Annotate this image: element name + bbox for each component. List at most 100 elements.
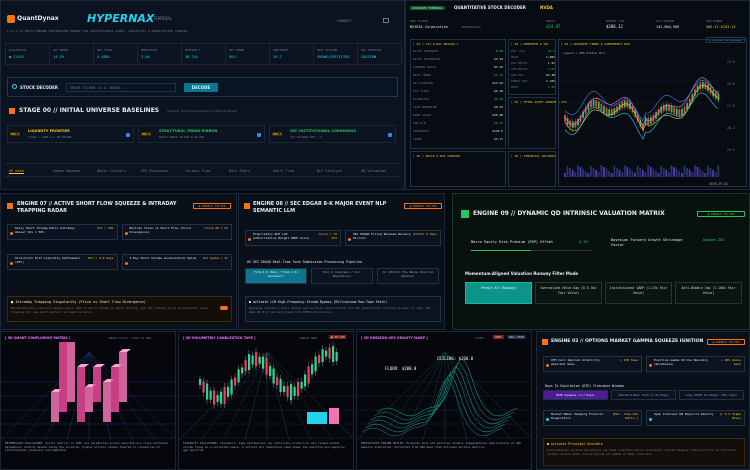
form-type-card[interactable]: Form 8-K (Body / Item 1.01 Agreement) [245, 268, 307, 284]
connect-link[interactable]: CONNECT [337, 19, 352, 23]
3d-candle [199, 379, 202, 385]
section-growth: [ 04 ] EXTRA ASSET GROWTH & DIV [508, 97, 567, 149]
valuation-mode-option[interactable]: Overvalued Value Gap (0.5-35x Fair Value… [535, 282, 602, 304]
volume-bar [688, 170, 691, 177]
confluence-pillar [67, 342, 75, 402]
3d-candle [251, 355, 254, 365]
tab-whale-clusters[interactable]: Whale Clusters [97, 169, 127, 173]
3d-candle [220, 391, 223, 404]
engine-criterion[interactable]: Market Maker Hedging Frontier Diagnostic… [543, 410, 642, 426]
metric-cell: VIX INDEX 14.29 [50, 44, 94, 64]
3d-panel-controls[interactable]: CANDLE MODE [299, 336, 318, 340]
3d-panel[interactable]: [ 3D HORIZON GEX GRAVITY WARP ] LAYER SPOT… [356, 331, 532, 470]
metric-value: SHOWS/CERTIFIED [317, 55, 350, 59]
dte-window-option[interactable]: Standard Near Term (7-30 Days) [611, 390, 676, 400]
ticker-input[interactable]: ENTER TICKER (E.G. NVDA)... [66, 83, 176, 92]
3d-canvas[interactable]: FLOOR: $200.0 CEILING: $260.0 [357, 342, 532, 440]
3d-mode-button-2[interactable]: WALL PEAK [507, 335, 527, 339]
tab-eps-revisions[interactable]: EPS Revisions [141, 169, 168, 173]
3d-candle [283, 386, 286, 393]
valuation-mode-option[interactable]: Anti-Bubble Cap (1-160x Fair Value) [675, 282, 742, 304]
3d-mode-button[interactable]: ● 3D CAM [329, 335, 347, 339]
engine-02-title: ENGINE 02 // OPTIONS MARKET GAMMA SQUEEZ… [551, 339, 704, 344]
3d-canvas[interactable] [179, 342, 354, 440]
3d-candle [248, 354, 251, 371]
e07-enable-filter-button[interactable]: ◉ ENABLE FILTER [193, 203, 231, 209]
engine-criterion[interactable]: Positive Gamma Strike Boundary (Wormhole… [646, 356, 745, 372]
engine-criterion[interactable]: 1-Day Short Volume Acceleration Spike Vol… [121, 254, 232, 270]
engine-criterion[interactable]: Daily Short Volume Ratio Intraday Above?… [7, 224, 118, 240]
3d-candle [297, 381, 300, 396]
form-type-card[interactable]: Form 4 (Insiders / Ind. Regulation) [311, 268, 373, 284]
stage-module-checkbox[interactable] [257, 133, 261, 137]
metric-row-label: MACD [511, 55, 519, 59]
e08-activate-box: ■ Activate LLM High-Frequency Stream Byp… [245, 296, 441, 322]
engine-criterion[interactable]: Structural Exit Liquidity Settlement (DT… [7, 254, 118, 270]
price-chart[interactable]: 24.6 25.8 27.0 28.2 29.5 2026-07-02 Legend ▸ E… [559, 49, 746, 187]
dte-window-option[interactable]: 0DTE Squeeze (7-7 Days) [543, 390, 608, 400]
stage-module[interactable]: MOD.1 LIQUIDITY FRONTIER FLOAT < 120M & > … [7, 125, 134, 143]
stage-module[interactable]: MOD.2 STRUCTURAL TREND RIBBON PRICE ABOVE … [138, 125, 265, 143]
3d-panel[interactable]: [ 3D QUANT CONFLUENCE MATRIX ] RIGHT-CLIC… [0, 331, 176, 470]
engine-criterion[interactable]: SEC EDGAR Filing Release Recency Horizon… [345, 230, 441, 246]
criterion-dot [10, 231, 13, 235]
criterion-dot [124, 261, 128, 265]
e08-activate-title: ■ Activate LLM High-Frequency Stream Byp… [249, 300, 388, 304]
engine-icon [542, 339, 548, 345]
dte-window-option[interactable]: Long LEAPS Strategic (30+ Days) [679, 390, 744, 400]
stage-module-checkbox[interactable] [126, 133, 130, 137]
volume-bar [662, 168, 665, 177]
e08-enable-filter-button[interactable]: ◉ ENABLE FILTER [404, 203, 442, 209]
e09-erp-slider[interactable] [471, 250, 591, 251]
volume-bar [621, 172, 623, 177]
metric-row-value: 28.15 [493, 121, 503, 125]
3d-panel-controls[interactable]: LAYER [475, 336, 483, 340]
volume-bar [634, 173, 636, 177]
criterion-value: [Mul. Time Use Ratio.] [612, 412, 638, 420]
tab-qd-valuation[interactable]: QD Valuation [361, 169, 386, 173]
e07-trap-toggle[interactable] [220, 306, 228, 310]
form-type-card[interactable]: SC 13D/13G (5%+ Whale Position Updates) [377, 268, 439, 284]
tab-vc-core[interactable]: VC Core [9, 169, 24, 174]
engine-criterion[interactable]: Proprietary NLP LLM Authoritative Weight… [245, 230, 341, 246]
wallet-icon[interactable] [383, 18, 389, 23]
volume-bar [590, 166, 592, 177]
decoder-ticker: NVDA [540, 5, 553, 10]
3d-mode-button[interactable]: SPOT [493, 335, 504, 339]
e02-enable-filter-button[interactable]: ◉ ENABLE FILTER [707, 339, 745, 345]
e07-trap-box: ■ Intraday Trapping Singularity (Price v… [7, 296, 232, 322]
metric-row-label: VOL RATIO [511, 61, 528, 65]
3d-candle [234, 377, 237, 386]
criterion-value: > 150 Skew [619, 358, 638, 362]
e09-enable-filter-button[interactable]: ◉ ENABLE FILTER [697, 211, 745, 217]
3d-panel[interactable]: [ 3D VOLUMETRIC CANDLESTICK TAPE ] CANDLE… [178, 331, 354, 470]
engine-criterion[interactable]: Open Interest OB Explicit Density [> 5.5 … [646, 410, 745, 426]
volume-bar [683, 166, 686, 177]
market-cap-label: MARKET CAP [606, 19, 625, 23]
tab-short-trap[interactable]: Short Trap [273, 169, 294, 173]
engine-criterion[interactable]: Bullish Close vs Short Flow (Price Diver… [121, 224, 232, 240]
volume-bar [670, 165, 673, 177]
3d-visualization-row: [ 3D QUANT CONFLUENCE MATRIX ] RIGHT-CLIC… [0, 331, 534, 470]
volume-bar [613, 166, 616, 177]
tab-gamma-squeeze[interactable]: Gamma Squeeze [53, 169, 80, 173]
stage-module-checkbox[interactable] [388, 133, 392, 137]
avg-volume-label: AVG VOLUME [656, 19, 675, 23]
volume-bar [592, 168, 595, 177]
decode-button[interactable]: DECODE [184, 83, 218, 92]
tab-insider-flow[interactable]: Insider Flow [185, 169, 210, 173]
tab-nlp-catalyst[interactable]: NLP Catalyst [317, 169, 342, 173]
valuation-mode-option[interactable]: Permit All Runways [465, 282, 532, 304]
stage-module[interactable]: MOD.3 SEC INSTITUTIONAL CONSENSUS 13F FILI… [269, 125, 396, 143]
metric-row-label: BETA [511, 85, 519, 89]
candle-body [590, 100, 592, 108]
price-axis-label: 28.2 [727, 126, 735, 130]
valuation-mode-option[interactable]: Institutional GARP (1-15x Fair Value) [605, 282, 672, 304]
3d-panel-controls[interactable]: RIGHT-CLICK • DRAG TO PAN [109, 336, 151, 340]
metrics-strip: BLOCKCHAIN ● CLOSE VIX INDEX 14.29 NDX YIELD… [5, 43, 402, 65]
tab-dark-pools[interactable]: Dark Pools [229, 169, 250, 173]
3d-canvas[interactable] [1, 342, 176, 440]
e02-rows: OTM Call Implied Volatility Abnormal Ske… [543, 356, 745, 376]
engine-criterion[interactable]: OTM Call Implied Volatility Abnormal Ske… [543, 356, 642, 372]
volume-bar [569, 168, 571, 177]
